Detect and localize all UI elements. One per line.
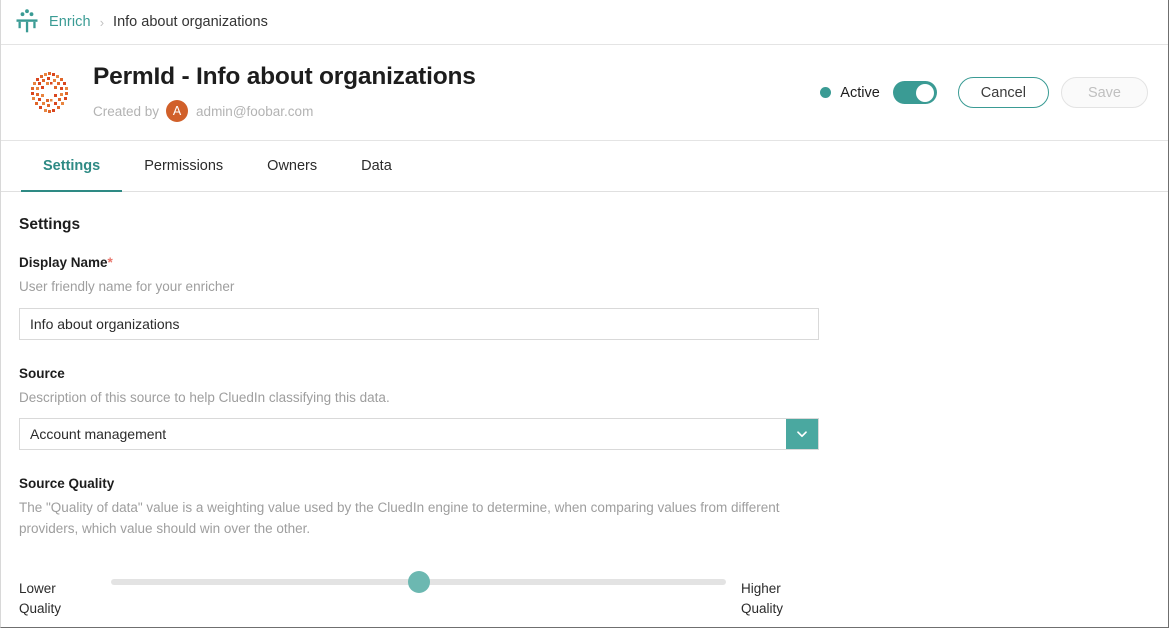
save-button[interactable]: Save xyxy=(1061,77,1148,108)
breadcrumb: Enrich › Info about organizations xyxy=(1,0,1168,45)
slider-label-lower: Lower Quality xyxy=(19,579,95,618)
source-quality-slider[interactable] xyxy=(111,565,726,605)
enricher-settings-page: Enrich › Info about organizations xyxy=(0,0,1169,628)
source-quality-help: The "Quality of data" value is a weighti… xyxy=(19,498,819,540)
settings-section-title: Settings xyxy=(19,216,1148,234)
source-quality-field: Source Quality The "Quality of data" val… xyxy=(19,476,1148,628)
status-dot-icon xyxy=(820,87,831,98)
source-label: Source xyxy=(19,366,1148,381)
author-email: admin@foobar.com xyxy=(196,104,313,119)
breadcrumb-link-enrich[interactable]: Enrich xyxy=(49,14,91,30)
breadcrumb-current: Info about organizations xyxy=(113,14,268,30)
source-select-value: Account management xyxy=(20,419,786,449)
tab-settings[interactable]: Settings xyxy=(21,141,122,191)
display-name-field: Display Name* User friendly name for you… xyxy=(19,255,1148,340)
status-badge: Active xyxy=(820,85,880,101)
source-dropdown-button[interactable] xyxy=(786,419,818,449)
display-name-help: User friendly name for your enricher xyxy=(19,277,1148,297)
tab-data[interactable]: Data xyxy=(339,141,414,191)
source-field: Source Description of this source to hel… xyxy=(19,366,1148,451)
required-marker: * xyxy=(108,255,113,270)
tab-owners[interactable]: Owners xyxy=(245,141,339,191)
header-actions: Active Cancel Save xyxy=(820,77,1148,108)
header-title-block: PermId - Info about organizations Create… xyxy=(93,63,820,122)
permid-logo-icon xyxy=(25,68,75,118)
source-select[interactable]: Account management xyxy=(19,418,819,450)
chevron-down-icon xyxy=(795,427,809,441)
created-by-row: Created by A admin@foobar.com xyxy=(93,100,820,122)
source-quality-slider-row: Lower Quality Higher Quality xyxy=(19,565,1148,628)
page-header: PermId - Info about organizations Create… xyxy=(1,45,1168,141)
enrich-icon xyxy=(13,8,41,36)
page-title: PermId - Info about organizations xyxy=(93,63,820,91)
breadcrumb-separator-icon: › xyxy=(100,16,104,29)
display-name-label: Display Name* xyxy=(19,255,1148,270)
avatar: A xyxy=(166,100,188,122)
active-toggle[interactable] xyxy=(893,81,937,104)
settings-panel: Settings Display Name* User friendly nam… xyxy=(1,192,1168,628)
created-by-label: Created by xyxy=(93,104,159,119)
tab-bar: Settings Permissions Owners Data xyxy=(1,141,1168,192)
slider-label-higher: Higher Quality xyxy=(741,579,817,618)
tab-permissions[interactable]: Permissions xyxy=(122,141,245,191)
display-name-label-text: Display Name xyxy=(19,255,108,270)
source-quality-label: Source Quality xyxy=(19,476,1148,491)
toggle-knob xyxy=(916,84,934,102)
status-label: Active xyxy=(840,85,880,101)
slider-thumb[interactable] xyxy=(408,571,430,593)
cancel-button[interactable]: Cancel xyxy=(958,77,1049,108)
source-help: Description of this source to help Clued… xyxy=(19,388,1148,408)
display-name-input[interactable]: Info about organizations xyxy=(19,308,819,340)
